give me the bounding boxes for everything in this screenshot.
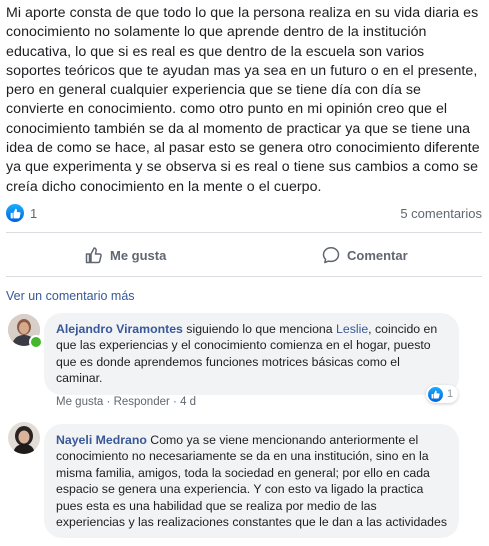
- comment-text: Como ya se viene mencionando anteriormen…: [56, 433, 447, 530]
- comment-icon: [322, 247, 340, 264]
- comment-bubble: Nayeli Medrano Como ya se viene menciona…: [44, 424, 459, 539]
- separator: ·: [106, 396, 111, 408]
- comment-count[interactable]: 5 comentarios: [400, 206, 482, 221]
- comment-button[interactable]: Comentar: [322, 244, 408, 266]
- like-reaction-icon[interactable]: [6, 204, 24, 222]
- comment-timestamp[interactable]: 4 d: [180, 396, 196, 408]
- comment-like-link[interactable]: Me gusta: [56, 396, 103, 408]
- divider: [6, 232, 482, 233]
- comment-reply-link[interactable]: Responder: [114, 396, 170, 408]
- comment-author[interactable]: Alejandro Viramontes: [56, 322, 183, 336]
- divider: [6, 276, 482, 277]
- thumbs-up-icon: [85, 247, 102, 264]
- view-more-comments-link[interactable]: Ver un comentario más: [6, 289, 135, 303]
- like-button-label: Me gusta: [110, 247, 167, 263]
- post-stats: 1 5 comentarios: [6, 204, 482, 224]
- comment-actions: Me gusta · Responder · 4 d: [56, 396, 196, 408]
- like-reaction-icon: [428, 386, 443, 402]
- separator: ·: [173, 396, 177, 408]
- avatar[interactable]: [8, 422, 40, 454]
- online-status-indicator: [29, 335, 43, 349]
- reaction-count: 1: [447, 388, 454, 400]
- comment-author[interactable]: Nayeli Medrano: [56, 433, 147, 447]
- like-button[interactable]: Me gusta: [85, 244, 166, 266]
- comment-text: siguiendo lo que menciona: [182, 322, 337, 336]
- comment-reaction-count[interactable]: 1: [426, 385, 459, 403]
- comment-bubble: Alejandro Viramontes siguiendo lo que me…: [44, 313, 459, 395]
- mention-link[interactable]: Leslie: [336, 322, 368, 336]
- comment-button-label: Comentar: [347, 247, 408, 263]
- post-text: Mi aporte consta de que todo lo que la p…: [6, 5, 480, 195]
- like-count[interactable]: 1: [30, 206, 37, 221]
